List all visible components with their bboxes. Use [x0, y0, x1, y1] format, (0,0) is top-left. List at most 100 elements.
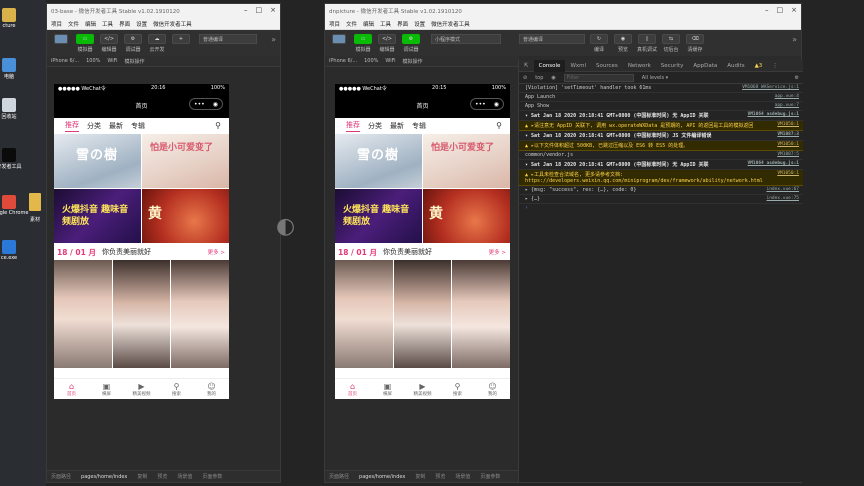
tabbar-search[interactable]: ⚲ 搜索 — [440, 379, 475, 399]
banner-tile[interactable]: 怕是小可爱变了 — [142, 134, 229, 188]
preview-link[interactable]: 预览 — [435, 473, 445, 480]
tabbar-me[interactable]: ☺ 我的 — [194, 379, 229, 399]
banner-tile[interactable]: 怕是小可爱变了 — [423, 134, 510, 188]
log-source-link[interactable]: VM1064 asdebug.js:1 — [748, 161, 799, 166]
menu-item[interactable]: 项目 — [51, 20, 62, 28]
more-link[interactable]: 更多 > — [489, 248, 506, 256]
simulator-button[interactable]: ▭ 模拟器 — [75, 34, 95, 53]
minimize-icon[interactable]: – — [765, 6, 769, 14]
simulate-action[interactable]: 模拟操作 — [125, 58, 145, 65]
tab-latest[interactable]: 最新 — [390, 121, 404, 131]
tabbar-video[interactable]: ▶ 精美视频 — [405, 379, 440, 399]
editor-button[interactable]: </> 编辑器 — [99, 34, 119, 53]
menu-item[interactable]: 编辑 — [363, 20, 374, 28]
desktop-shortcut[interactable]: 开发者工具 — [0, 148, 22, 170]
banner-tile[interactable]: 雪の樹 — [54, 134, 141, 188]
console-log-row[interactable]: common/vendor.js VM1087:5 — [519, 151, 803, 160]
plus-icon[interactable]: + — [172, 34, 190, 44]
kebab-menu-icon[interactable]: ⋮ — [767, 60, 783, 72]
tab-latest[interactable]: 最新 — [109, 121, 123, 131]
menu-item[interactable]: 文件 — [346, 20, 357, 28]
log-source-link[interactable]: VM1068 WAService.js:1 — [742, 85, 799, 90]
device-select[interactable]: iPhone 6/... — [51, 58, 79, 64]
menu-item[interactable]: 文件 — [68, 20, 79, 28]
devtools-pointer-icon[interactable]: ⇱ — [519, 60, 534, 72]
search-icon[interactable]: ⚲ — [496, 121, 502, 130]
tab-wxml[interactable]: Wxml — [565, 60, 591, 72]
network-select[interactable]: WiFi — [107, 58, 117, 64]
eye-icon[interactable]: ◉ — [551, 75, 555, 81]
console-log-row[interactable]: ▸ {…} index.vue:75 — [519, 195, 803, 204]
zoom-select[interactable]: 100% — [364, 58, 378, 64]
cloud-button[interactable]: ☁ 云开发 — [147, 34, 167, 53]
folder-icon[interactable] — [29, 193, 41, 211]
tabbar-landscape[interactable]: ▣ 横屏 — [89, 379, 124, 399]
page-params[interactable]: 页面参数 — [480, 473, 500, 480]
photo-thumb[interactable] — [452, 260, 510, 368]
page-params[interactable]: 页面参数 — [202, 473, 222, 480]
tab-category[interactable]: 分类 — [368, 121, 382, 131]
console-prompt[interactable]: › — [519, 204, 803, 212]
banner-tile[interactable]: 黄 — [142, 189, 229, 243]
console-filter-input[interactable]: Filter — [563, 73, 634, 82]
maximize-icon[interactable]: □ — [777, 6, 784, 14]
context-select[interactable]: top — [535, 75, 543, 81]
menu-item[interactable]: 设置 — [414, 20, 425, 28]
preview-button[interactable]: ◉ 预览 — [613, 34, 633, 53]
log-source-link[interactable]: app.vue:4 — [775, 94, 799, 99]
console-warning-row[interactable]: ▲ ▸工具未检查合法域名, 更多请参考文档: https://developer… — [519, 170, 803, 186]
console-warning-row[interactable]: ▲ ▸请注意无 AppID 关联下, 调用 wx.operateWXData 是… — [519, 121, 803, 131]
console-log-row[interactable]: ▸ {msg: "success", res: {…}, code: 0} ind… — [519, 186, 803, 195]
desktop-shortcut[interactable]: 电脑 — [0, 58, 18, 80]
tab-console[interactable]: Console — [533, 59, 566, 72]
log-source-link[interactable]: index.vue:67 — [766, 187, 799, 192]
log-source-link[interactable]: VM1050:1 — [777, 142, 799, 147]
gear-icon[interactable]: ⚙ — [795, 75, 799, 81]
log-source-link[interactable]: VM1087:5 — [777, 152, 799, 157]
close-icon[interactable]: × — [791, 6, 797, 14]
log-source-link[interactable]: VM1050:1 — [777, 122, 799, 127]
menu-item[interactable]: 项目 — [329, 20, 340, 28]
log-source-link[interactable]: VM1050:1 — [777, 171, 799, 176]
tab-category[interactable]: 分类 — [87, 121, 101, 131]
tabbar-me[interactable]: ☺ 我的 — [475, 379, 510, 399]
debugger-button[interactable]: ⚙ 调试器 — [123, 34, 143, 53]
menu-item[interactable]: 工具 — [380, 20, 391, 28]
menu-item[interactable]: 界面 — [397, 20, 408, 28]
menu-item[interactable]: 界面 — [119, 20, 130, 28]
preview-link[interactable]: 预览 — [157, 473, 167, 480]
photo-thumb[interactable] — [112, 260, 171, 368]
tab-network[interactable]: Network — [623, 60, 656, 72]
clear-cache-button[interactable]: ⌫ 清缓存 — [685, 34, 705, 53]
chevron-more-icon[interactable]: » — [271, 35, 276, 44]
warning-count-badge[interactable]: ▲3 — [750, 60, 768, 72]
console-log-row[interactable]: ▾ Sat Jan 18 2020 20:18:41 GMT+0800 (中国标… — [519, 111, 803, 121]
scene-value[interactable]: 场景值 — [455, 473, 470, 480]
copy-link[interactable]: 复制 — [415, 473, 425, 480]
banner-tile[interactable]: 火爆抖音 趣味音频剧放 — [54, 189, 141, 243]
tab-audits[interactable]: Audits — [722, 60, 749, 72]
photo-thumb[interactable] — [335, 260, 393, 368]
desktop-shortcut[interactable]: 回收站 — [0, 98, 18, 120]
menu-item[interactable]: 微信开发者工具 — [153, 20, 192, 28]
tab-appdata[interactable]: AppData — [688, 60, 722, 72]
avatar[interactable] — [332, 34, 346, 44]
network-select[interactable]: WiFi — [385, 58, 395, 64]
console-log-row[interactable]: App Launch app.vue:4 — [519, 93, 803, 102]
remote-debug-button[interactable]: ▯ 真机调试 — [637, 34, 657, 53]
banner-tile[interactable]: 雪の樹 — [335, 134, 422, 188]
tab-security[interactable]: Security — [656, 60, 689, 72]
desktop-shortcut[interactable]: ce.exe — [0, 240, 18, 261]
tabbar-home[interactable]: ⌂ 首页 — [54, 379, 89, 399]
log-source-link[interactable]: VM1064 asdebug.js:1 — [748, 112, 799, 117]
console-warning-row[interactable]: ▲ ▸以下文件体积超过 500KB, 已跳过压缩以及 ES6 转 ES5 的处理… — [519, 141, 803, 151]
console-log-row[interactable]: ▾ Sat Jan 18 2020 20:18:41 GMT+0800 (中国标… — [519, 160, 803, 170]
window-titlebar[interactable]: 03-base - 微信开发者工具 Stable v1.02.1910120 –… — [47, 4, 280, 18]
capsule-menu[interactable]: ••• ◉ — [470, 98, 504, 110]
desktop-shortcut[interactable]: cture — [0, 8, 18, 29]
copy-link[interactable]: 复制 — [137, 473, 147, 480]
console-log-row[interactable]: App Show app.vue:7 — [519, 102, 803, 111]
scene-value[interactable]: 场景值 — [177, 473, 192, 480]
more-link[interactable]: 更多 > — [208, 248, 225, 256]
log-source-link[interactable]: index.vue:75 — [766, 196, 799, 201]
